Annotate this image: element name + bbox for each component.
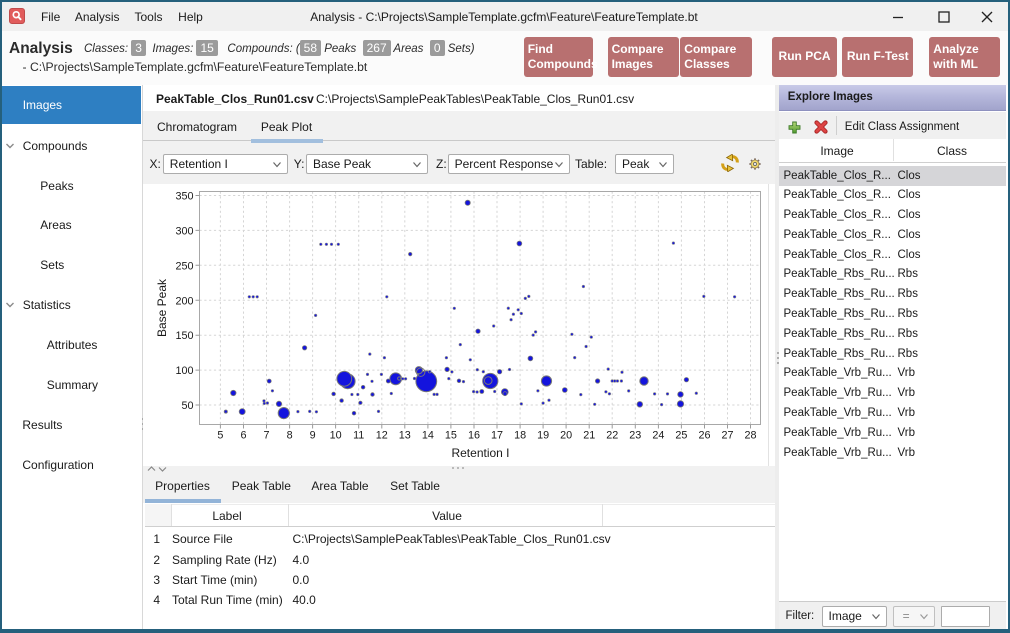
svg-text:12: 12	[376, 430, 388, 442]
svg-text:250: 250	[175, 260, 193, 272]
svg-text:9: 9	[310, 430, 316, 442]
svg-text:300: 300	[175, 225, 193, 237]
svg-text:50: 50	[181, 400, 193, 412]
svg-text:21: 21	[583, 430, 595, 442]
svg-text:27: 27	[721, 430, 733, 442]
svg-text:22: 22	[606, 430, 618, 442]
svg-text:19: 19	[537, 430, 549, 442]
svg-text:350: 350	[175, 191, 193, 203]
svg-text:150: 150	[175, 330, 193, 342]
svg-text:6: 6	[240, 430, 246, 442]
svg-text:14: 14	[422, 430, 434, 442]
svg-text:17: 17	[491, 430, 503, 442]
svg-text:28: 28	[744, 430, 756, 442]
svg-text:5: 5	[217, 430, 223, 442]
svg-text:8: 8	[287, 430, 293, 442]
svg-text:26: 26	[698, 430, 710, 442]
svg-text:15: 15	[445, 430, 457, 442]
svg-text:200: 200	[175, 295, 193, 307]
svg-text:18: 18	[514, 430, 526, 442]
svg-text:100: 100	[175, 365, 193, 377]
svg-text:Retention I: Retention I	[451, 446, 509, 460]
svg-text:10: 10	[330, 430, 342, 442]
svg-text:23: 23	[629, 430, 641, 442]
svg-text:Base Peak: Base Peak	[155, 278, 169, 337]
svg-text:7: 7	[263, 430, 269, 442]
svg-text:24: 24	[652, 430, 664, 442]
svg-text:16: 16	[468, 430, 480, 442]
svg-text:20: 20	[560, 430, 572, 442]
svg-text:25: 25	[675, 430, 687, 442]
svg-text:11: 11	[353, 430, 364, 442]
svg-text:13: 13	[399, 430, 411, 442]
